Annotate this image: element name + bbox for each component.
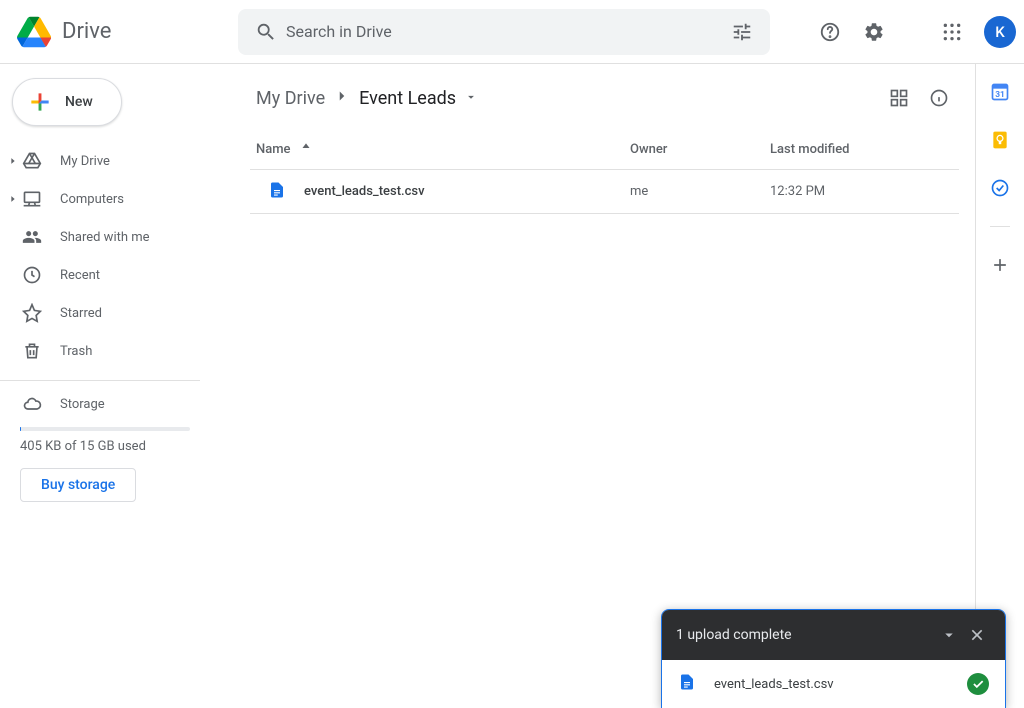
- people-icon: [20, 227, 44, 247]
- buy-storage-button[interactable]: Buy storage: [20, 468, 136, 502]
- success-check-icon: [967, 673, 989, 695]
- calendar-app-icon[interactable]: 31: [990, 82, 1010, 102]
- column-modified[interactable]: Last modified: [770, 142, 959, 157]
- settings-icon[interactable]: [854, 12, 894, 52]
- sidebar-item-label: Shared with me: [60, 230, 150, 245]
- sidebar-item-starred[interactable]: Starred: [0, 294, 238, 332]
- sidebar-item-computers[interactable]: Computers: [0, 180, 238, 218]
- file-owner: me: [630, 184, 770, 199]
- sidebar-item-storage[interactable]: Storage: [0, 385, 238, 423]
- column-owner[interactable]: Owner: [630, 142, 770, 157]
- breadcrumb-item-current[interactable]: Event Leads: [353, 84, 462, 113]
- sidebar-item-label: My Drive: [60, 154, 110, 169]
- svg-text:31: 31: [995, 90, 1005, 100]
- computer-icon: [20, 189, 44, 209]
- breadcrumb-item[interactable]: My Drive: [250, 84, 331, 113]
- search-icon[interactable]: [246, 12, 286, 52]
- new-button-label: New: [65, 94, 93, 110]
- sidebar-item-label: Trash: [60, 344, 92, 359]
- file-icon: [678, 673, 696, 695]
- drive-logo-icon: [14, 12, 54, 52]
- sidebar: New My Drive Computers Shared with me Re…: [0, 64, 238, 708]
- divider: [0, 380, 200, 381]
- search-bar[interactable]: [238, 9, 770, 55]
- sidebar-item-label: Storage: [60, 397, 105, 412]
- account-avatar[interactable]: K: [984, 16, 1016, 48]
- help-icon[interactable]: [810, 12, 850, 52]
- file-name: event_leads_test.csv: [304, 184, 425, 199]
- storage-usage-text: 405 KB of 15 GB used: [20, 439, 238, 454]
- keep-app-icon[interactable]: [990, 130, 1010, 150]
- file-icon: [268, 181, 286, 203]
- sidebar-item-label: Computers: [60, 192, 124, 207]
- file-modified: 12:32 PM: [770, 184, 959, 199]
- sidebar-item-trash[interactable]: Trash: [0, 332, 238, 370]
- sidebar-item-my-drive[interactable]: My Drive: [0, 142, 238, 180]
- table-row[interactable]: event_leads_test.csv me 12:32 PM: [250, 170, 959, 214]
- addons-plus-icon[interactable]: [990, 255, 1010, 275]
- clock-icon: [20, 265, 44, 285]
- caret-right-icon[interactable]: [6, 194, 20, 204]
- upload-file-name: event_leads_test.csv: [714, 677, 967, 692]
- logo-wrap[interactable]: Drive: [14, 12, 238, 52]
- search-options-icon[interactable]: [722, 12, 762, 52]
- search-input[interactable]: [286, 22, 722, 41]
- cloud-icon: [20, 394, 44, 414]
- sidebar-item-label: Starred: [60, 306, 102, 321]
- table-header: Name Owner Last modified: [250, 130, 959, 170]
- sort-asc-icon[interactable]: [299, 141, 313, 159]
- layout-grid-icon[interactable]: [879, 78, 919, 118]
- upload-item[interactable]: event_leads_test.csv: [662, 660, 1005, 708]
- upload-toast-header: 1 upload complete: [662, 610, 1005, 660]
- caret-right-icon[interactable]: [6, 156, 20, 166]
- sidebar-item-label: Recent: [60, 268, 100, 283]
- storage-progress: [20, 427, 190, 431]
- sidebar-item-recent[interactable]: Recent: [0, 256, 238, 294]
- breadcrumb: My Drive Event Leads: [250, 78, 959, 118]
- divider: [990, 226, 1010, 227]
- upload-status-text: 1 upload complete: [676, 627, 792, 643]
- header-actions: K: [810, 12, 1016, 52]
- header: Drive K: [0, 0, 1024, 64]
- new-button[interactable]: New: [12, 78, 122, 126]
- chevron-down-icon[interactable]: [935, 626, 963, 644]
- caret-down-icon[interactable]: [464, 89, 478, 108]
- info-icon[interactable]: [919, 78, 959, 118]
- star-icon: [20, 303, 44, 323]
- close-icon[interactable]: [963, 627, 991, 643]
- trash-icon: [20, 341, 44, 361]
- chevron-right-icon: [333, 87, 351, 109]
- app-name: Drive: [62, 19, 111, 44]
- tasks-app-icon[interactable]: [990, 178, 1010, 198]
- sidebar-item-shared[interactable]: Shared with me: [0, 218, 238, 256]
- plus-icon: [27, 89, 53, 115]
- drive-icon: [20, 151, 44, 171]
- apps-icon[interactable]: [932, 12, 972, 52]
- column-name[interactable]: Name: [250, 141, 630, 159]
- upload-toast: 1 upload complete event_leads_test.csv: [661, 609, 1006, 708]
